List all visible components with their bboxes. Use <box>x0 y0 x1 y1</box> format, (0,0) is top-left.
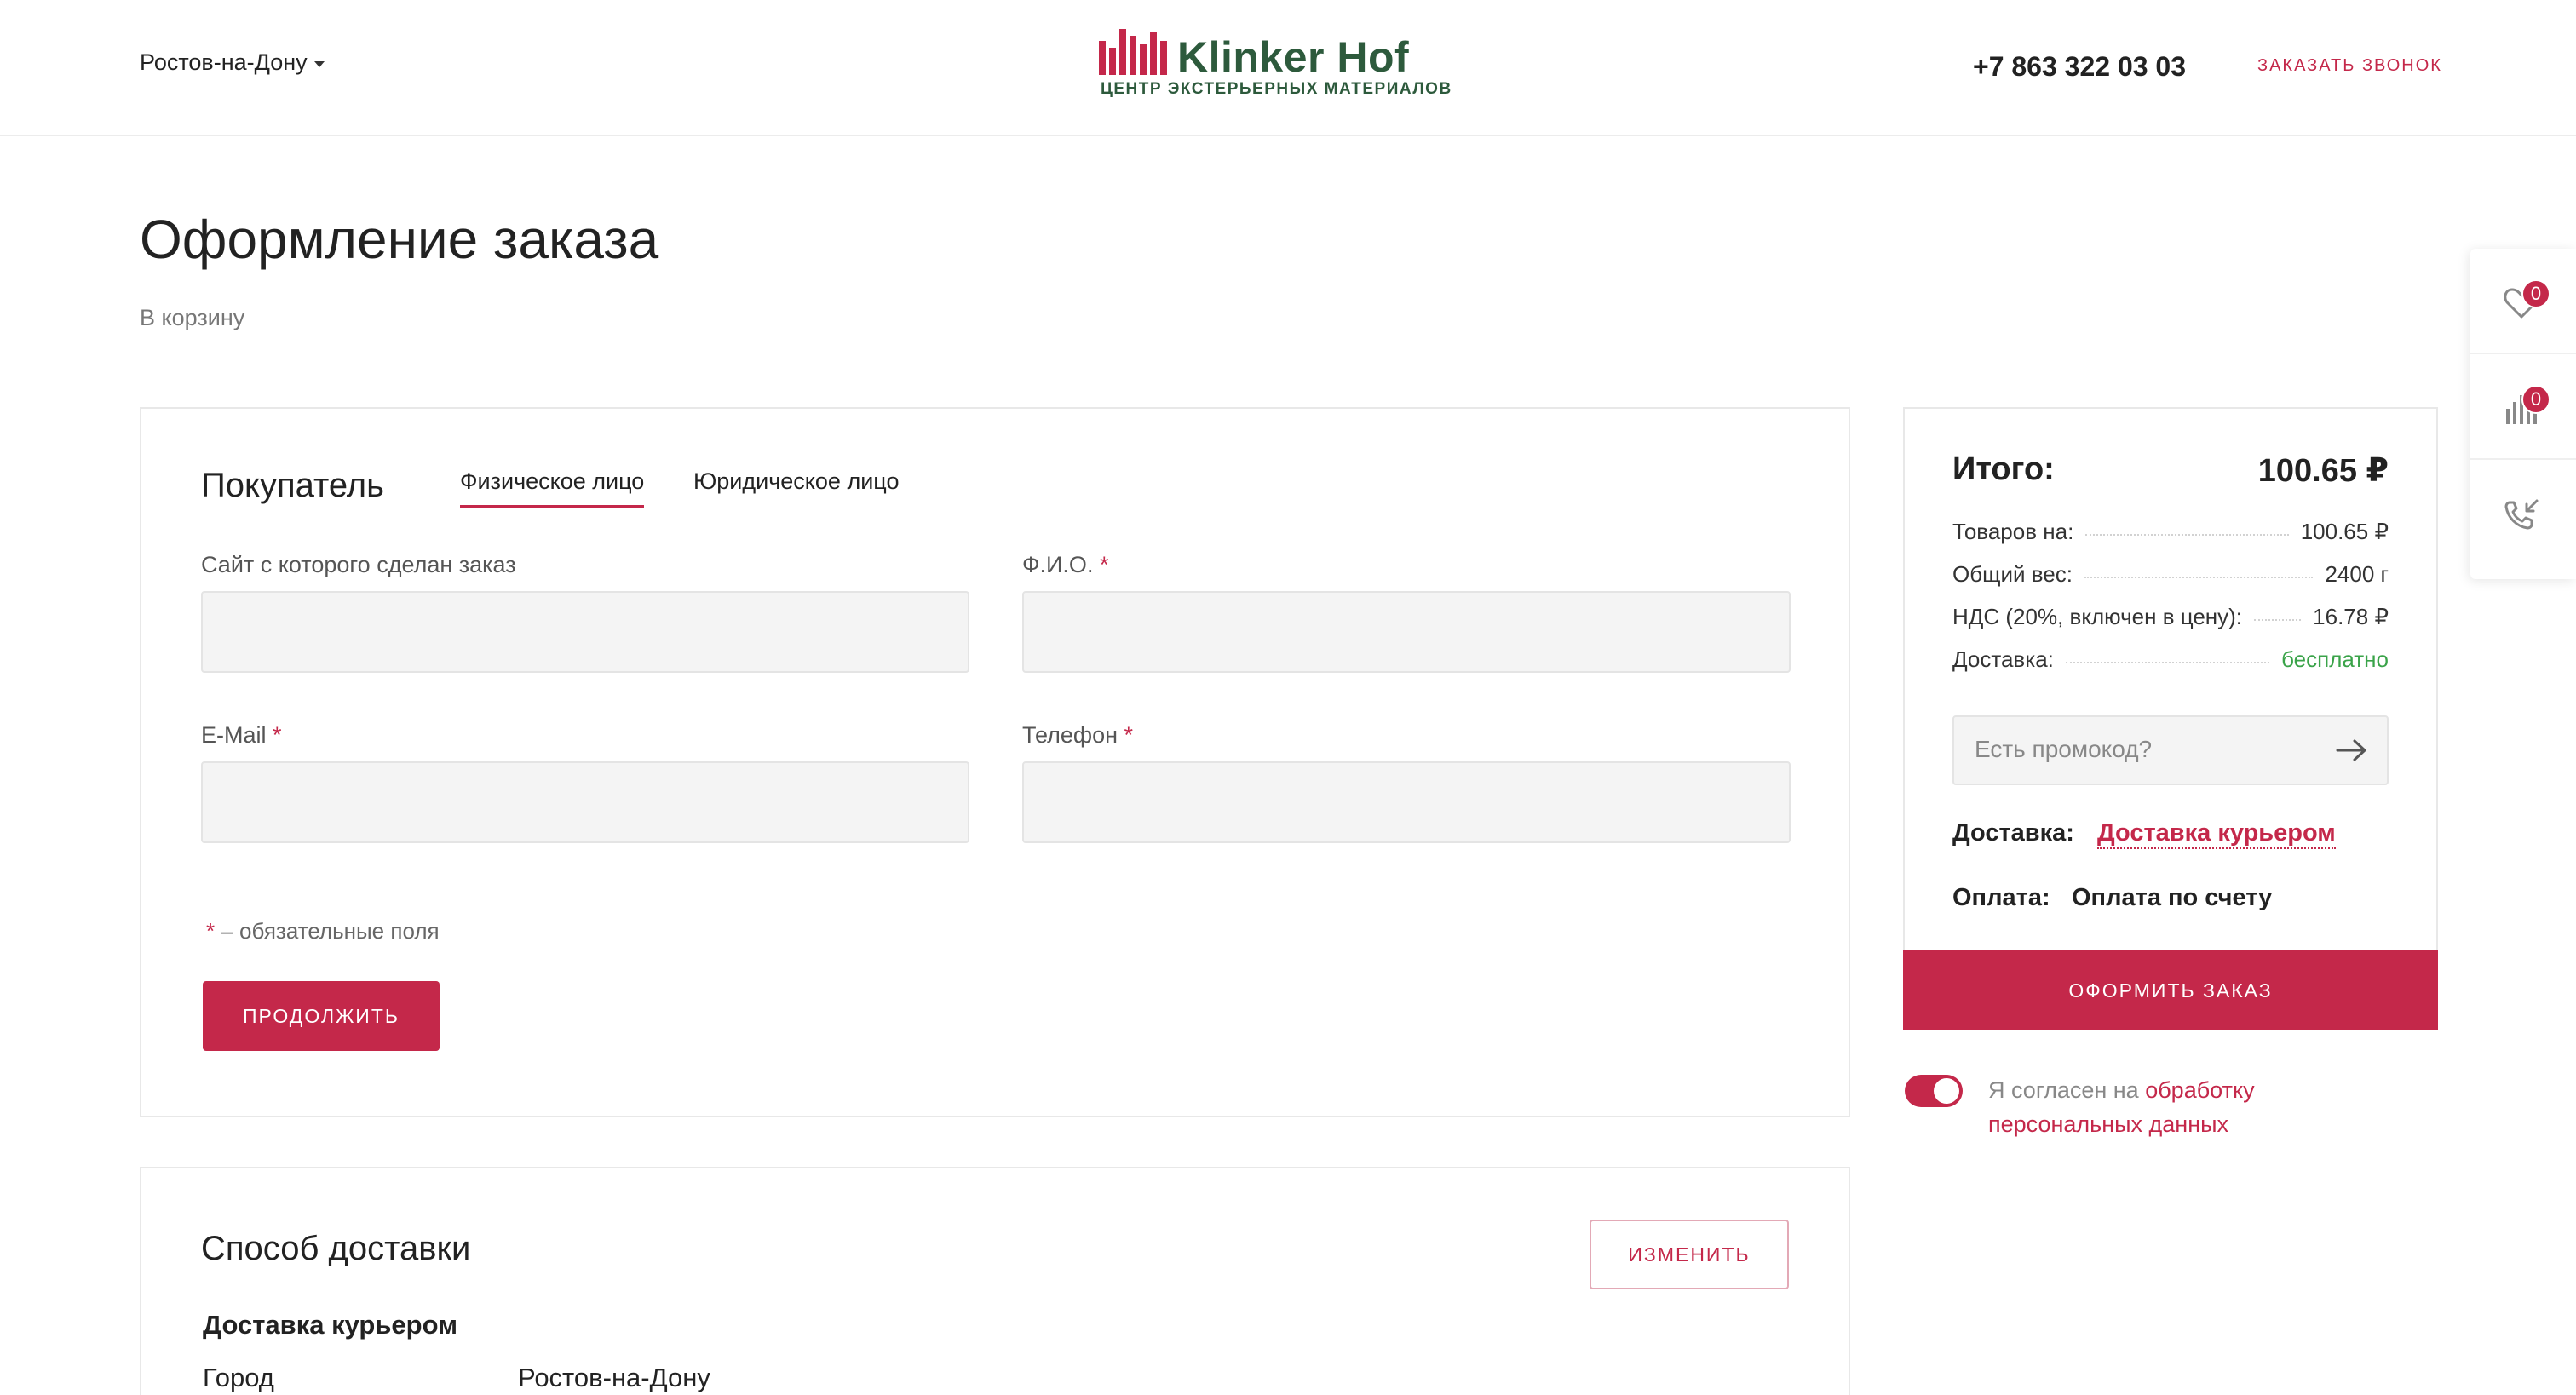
required-note: * – обязательные поля <box>206 918 440 944</box>
consent-toggle[interactable] <box>1905 1075 1963 1107</box>
total-value: 100.65 ₽ <box>2257 453 2389 489</box>
required-mark: * <box>1099 552 1109 577</box>
promo-placeholder: Есть промокод? <box>1975 736 2153 762</box>
field-label-phone: Телефон * <box>1022 722 1134 748</box>
summary-delivery-link[interactable]: Доставка курьером <box>2097 819 2336 849</box>
place-order-button[interactable]: ОФОРМИТЬ ЗАКАЗ <box>1903 950 2438 1030</box>
order-summary-card: Итого: 100.65 ₽ Товаров на: 100.65 ₽ Общи… <box>1903 407 2438 1030</box>
city-selector[interactable]: Ростов-на-Дону <box>140 49 325 76</box>
city-name: Ростов-на-Дону <box>140 49 308 75</box>
phone-callback-icon <box>2504 499 2539 530</box>
summary-payment-label: Оплата: <box>1952 884 2050 911</box>
change-delivery-button[interactable]: ИЗМЕНИТЬ <box>1590 1220 1789 1289</box>
caret-down-icon <box>313 61 325 67</box>
buyer-title: Покупатель <box>201 467 384 504</box>
summary-row-goods: Товаров на: 100.65 ₽ <box>1952 518 2389 544</box>
favorites-count-badge: 0 <box>2521 279 2550 308</box>
page-title: Оформление заказа <box>140 209 659 270</box>
buyer-card: Покупатель Физическое лицо Юридическое л… <box>140 407 1850 1117</box>
toggle-knob <box>1934 1078 1959 1104</box>
delivery-city-value: Ростов-на-Дону <box>518 1363 710 1392</box>
summary-row-vat: НДС (20%, включен в цену): 16.78 ₽ <box>1952 603 2389 629</box>
delivery-card: Способ доставки ИЗМЕНИТЬ Доставка курьер… <box>140 1167 1850 1395</box>
callback-link[interactable]: ЗАКАЗАТЬ ЗВОНОК <box>2257 56 2442 76</box>
tab-individual[interactable]: Физическое лицо <box>460 468 645 508</box>
site-logo[interactable]: Klinker Hof ЦЕНТР ЭКСТЕРЬЕРНЫХ МАТЕРИАЛО… <box>1099 29 1451 100</box>
summary-row-weight: Общий вес: 2400 г <box>1952 560 2389 587</box>
field-label-fio: Ф.И.О. * <box>1022 552 1109 577</box>
arrow-right-icon[interactable] <box>2336 738 2368 763</box>
required-mark: * <box>273 722 282 748</box>
total-label: Итого: <box>1952 451 2055 487</box>
site-input[interactable] <box>201 591 969 673</box>
fio-input[interactable] <box>1022 591 1791 673</box>
continue-button[interactable]: ПРОДОЛЖИТЬ <box>203 981 440 1051</box>
header-phone[interactable]: +7 863 322 03 03 <box>1973 51 2186 83</box>
compare-button[interactable]: 0 <box>2470 354 2576 460</box>
required-mark: * <box>1124 722 1134 748</box>
phone-input[interactable] <box>1022 761 1791 843</box>
email-input[interactable] <box>201 761 969 843</box>
compare-count-badge: 0 <box>2521 385 2550 414</box>
delivery-title: Способ доставки <box>201 1230 471 1267</box>
logo-name: Klinker Hof <box>1177 33 1410 81</box>
summary-payment-value: Оплата по счету <box>2072 884 2273 911</box>
site-header: Ростов-на-Дону Klinker Hof ЦЕНТР ЭКСТЕРЬ… <box>0 0 2576 136</box>
logo-bars-icon <box>1099 29 1167 75</box>
back-to-cart-link[interactable]: В корзину <box>140 305 244 331</box>
field-label-site: Сайт с которого сделан заказ <box>201 552 516 577</box>
summary-row-delivery: Доставка: бесплатно <box>1952 646 2389 672</box>
field-label-email: E-Mail * <box>201 722 282 748</box>
summary-delivery-label: Доставка: <box>1952 819 2074 847</box>
delivery-city-label: Город <box>203 1363 274 1392</box>
promo-code-input[interactable]: Есть промокод? <box>1952 715 2389 785</box>
callback-request-button[interactable] <box>2470 460 2576 565</box>
logo-subtitle: ЦЕНТР ЭКСТЕРЬЕРНЫХ МАТЕРИАЛОВ <box>1101 80 1452 98</box>
side-panel: 0 0 <box>2470 249 2576 579</box>
delivery-method: Доставка курьером <box>203 1310 458 1340</box>
consent-text: Я согласен на обработку персональных дан… <box>1988 1077 2255 1137</box>
favorites-button[interactable]: 0 <box>2470 249 2576 354</box>
tab-legal-entity[interactable]: Юридическое лицо <box>693 468 899 505</box>
